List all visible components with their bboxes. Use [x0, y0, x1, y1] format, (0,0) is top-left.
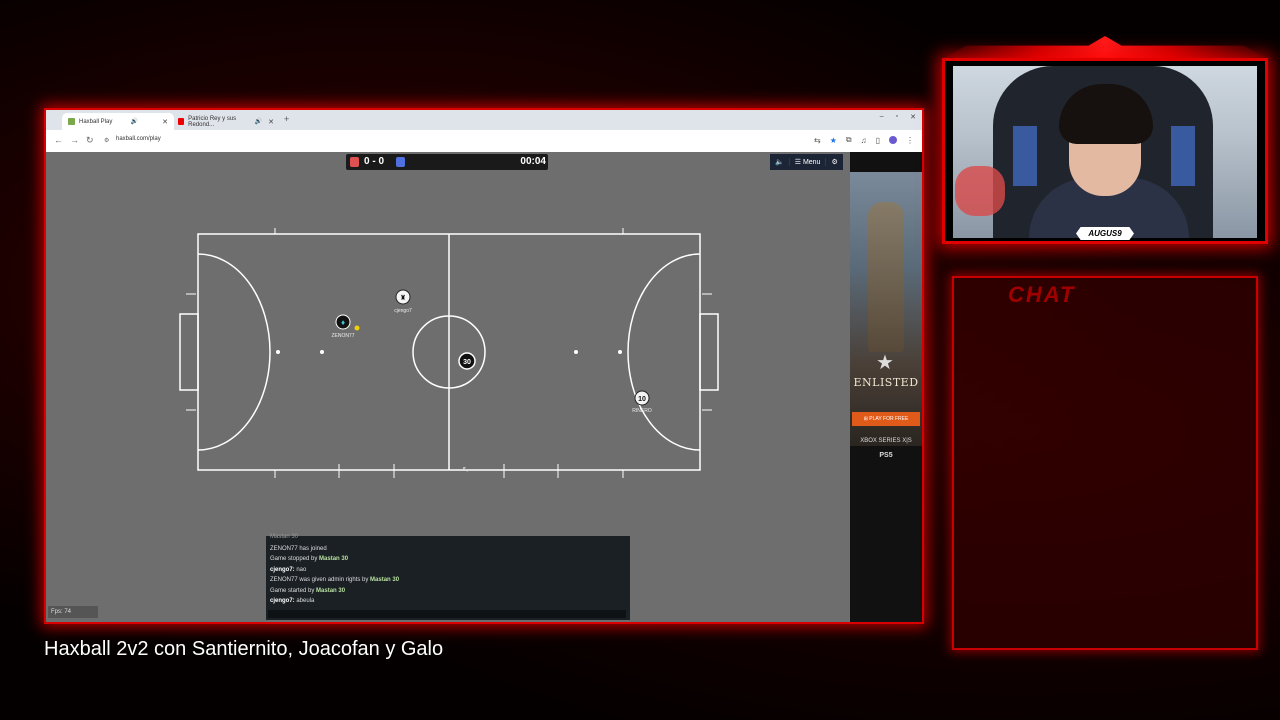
diamond-avatar-icon: ♦: [341, 318, 345, 327]
ps5-label: PS5: [879, 452, 893, 459]
enlisted-ad-banner[interactable]: ★ ENLISTED ⊞ PLAY FOR FREE XBOX SERIES X…: [850, 152, 922, 622]
maximize-icon[interactable]: ▫: [896, 113, 898, 121]
player-zenon77: ♦: [335, 314, 351, 330]
url-field[interactable]: haxball.com/play: [116, 136, 161, 142]
new-tab-icon[interactable]: +: [284, 114, 289, 124]
tab-bar: Haxball Play 🔊 ✕ Patricio Rey y sus Redo…: [46, 110, 922, 130]
stream-chat-panel: [952, 276, 1258, 650]
address-bar: ← → ↻ ⚙ haxball.com/play ⇆ ★ ⧉ ♫ ▯ ⋮: [46, 130, 922, 153]
ad-artwork: ★ ENLISTED ⊞ PLAY FOR FREE XBOX SERIES X…: [850, 172, 922, 459]
chat-line: ZENON77 was given admin rights by Mastan…: [270, 577, 400, 583]
tab-youtube[interactable]: Patricio Rey y sus Redond... 🔊 ✕: [172, 113, 280, 130]
speaker-icon: 🔊: [130, 119, 138, 125]
plush-toy: [955, 166, 1005, 216]
tab-haxball[interactable]: Haxball Play 🔊 ✕: [62, 113, 174, 130]
xbox-label: XBOX SERIES X|S: [860, 438, 912, 444]
play-for-free-button[interactable]: ⊞ PLAY FOR FREE: [852, 412, 920, 426]
tab-label: Haxball Play: [79, 118, 113, 125]
translate-icon[interactable]: ⇆: [814, 136, 821, 145]
left-penalty-arc: [197, 253, 271, 451]
right-goal: [699, 313, 719, 391]
profile-avatar[interactable]: [889, 136, 897, 144]
reload-icon[interactable]: ↻: [86, 135, 94, 146]
kebab-menu-icon[interactable]: ⋮: [906, 136, 914, 145]
minimize-icon[interactable]: –: [880, 113, 884, 121]
window-controls: – ▫ ✕: [880, 113, 916, 121]
player-10-number: 10: [638, 396, 646, 403]
chat-line: cjengo7: nao: [270, 567, 307, 573]
player-name-label: RINERO: [632, 408, 652, 414]
tab-label: Patricio Rey y sus Redond...: [188, 115, 237, 128]
chat-line: Game stopped by Mastan 30: [270, 556, 349, 562]
fps-counter: Fps: 74: [48, 606, 98, 618]
chat-input[interactable]: [268, 610, 626, 618]
mark-spot: [574, 350, 578, 354]
player-name-label: ZENON77: [331, 333, 354, 339]
speaker-icon: 🔊: [254, 119, 263, 125]
player-cjengo7: ♜: [395, 289, 411, 305]
streamer-name-tag: AUGUS9: [1076, 227, 1134, 240]
close-window-icon[interactable]: ✕: [910, 113, 916, 121]
player-indicator-dot: [354, 325, 360, 331]
toolbar-icons: ⇆ ★ ⧉ ♫ ▯ ⋮: [814, 135, 914, 145]
webcam-frame: [942, 58, 1268, 244]
back-icon[interactable]: ←: [54, 135, 63, 145]
penalty-spot-left: [276, 350, 280, 354]
chair-accent: [1171, 126, 1195, 186]
player-name-label: cjengo7: [394, 308, 412, 314]
close-tab-icon[interactable]: ✕: [268, 118, 274, 126]
chair-accent: [1013, 126, 1037, 186]
chat-line: Game started by Mastan 30: [270, 588, 346, 594]
ad-title: ENLISTED: [853, 376, 919, 389]
player-30-number: 30: [463, 359, 471, 366]
haxball-favicon-icon: [68, 118, 75, 125]
haxball-game-area: 0 - 0 00:04 🔈 ☰ Menu ⚙ ♦ ♜ 30 10 ZENON77…: [46, 152, 850, 622]
extensions-icon[interactable]: ⧉: [846, 135, 852, 145]
right-penalty-arc: [627, 253, 701, 451]
bookmark-star-icon[interactable]: ★: [830, 136, 837, 145]
chat-line: cjengo7: abeula: [270, 598, 315, 604]
webcam-video: [953, 66, 1257, 238]
chat-line: Mastan 30: [270, 534, 299, 540]
chat-line: ZENON77 has joined: [270, 546, 327, 552]
stream-caption: Haxball 2v2 con Santiernito, Joacofan y …: [44, 638, 444, 660]
player-30: 30: [458, 352, 476, 370]
youtube-favicon-icon: [178, 118, 185, 125]
mouse-cursor-icon: ↖: [462, 465, 469, 474]
media-icon[interactable]: ♫: [861, 136, 867, 145]
close-tab-icon[interactable]: ✕: [162, 118, 168, 126]
player-rinero: 10: [634, 390, 650, 406]
forward-icon[interactable]: →: [70, 135, 79, 145]
soldier-image: [868, 202, 904, 352]
sidepanel-icon[interactable]: ▯: [876, 136, 880, 145]
hat-avatar-icon: ♜: [400, 294, 406, 302]
browser-window: Haxball Play 🔊 ✕ Patricio Rey y sus Redo…: [44, 108, 924, 624]
pitch: ♦ ♜ 30 10 ZENON77 cjengo7 RINERO ↖: [179, 228, 719, 478]
site-info-icon[interactable]: ⚙: [104, 137, 109, 144]
star-icon: ★: [876, 352, 894, 374]
mark-spot: [320, 350, 324, 354]
penalty-spot-right: [618, 350, 622, 354]
chat-panel-title: CHAT: [1008, 282, 1076, 307]
game-chat: Mastan 30 ZENON77 has joined Game stoppe…: [266, 534, 630, 620]
left-goal: [179, 313, 199, 391]
